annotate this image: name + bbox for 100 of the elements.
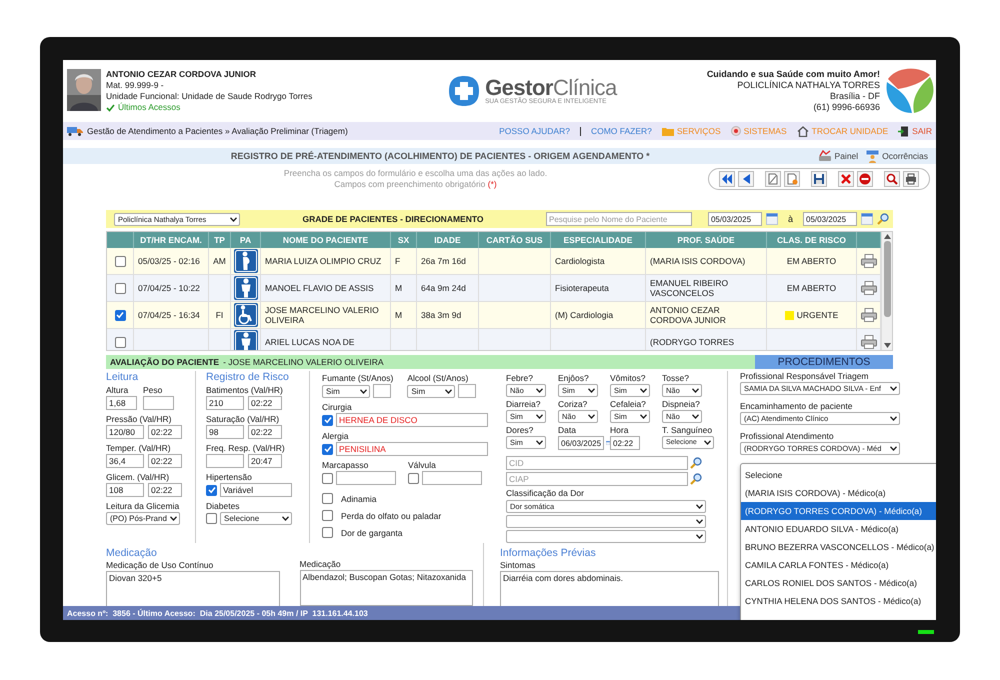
section-heading: Leitura <box>106 371 140 383</box>
field-label: Leitura da Glicemia <box>106 501 180 511</box>
input-field[interactable]: 02:22 <box>248 425 282 439</box>
scroll-up-icon[interactable] <box>884 234 890 239</box>
checkbox[interactable] <box>206 513 217 524</box>
input-field[interactable]: 98 <box>206 425 244 439</box>
field-label: Sintomas <box>500 560 536 570</box>
chevron-icon <box>696 534 703 539</box>
attach-document-icon[interactable] <box>784 171 800 187</box>
door-icon <box>898 126 910 136</box>
procedures-tab[interactable]: PROCEDIMENTOS <box>755 355 893 369</box>
table-row[interactable]: 07/04/25 - 10:22 MANOEL FLAVIO DE ASSIS M 64a 9m 24d Fisioterapeuta EMANUEL RIBEIRO VASCONCELOS EM ABERTO <box>107 275 881 302</box>
field-label: Cirurgia <box>322 402 353 412</box>
checkbox[interactable] <box>408 472 419 484</box>
chevron-icon <box>588 388 595 393</box>
table-cell: M <box>391 275 417 301</box>
checkbox[interactable] <box>114 336 126 348</box>
text-area[interactable]: Diovan 320+5 <box>106 571 280 607</box>
calendar-icon[interactable] <box>766 213 778 225</box>
print-icon[interactable] <box>903 171 919 187</box>
new-document-icon[interactable] <box>765 171 781 187</box>
checkbox[interactable] <box>322 472 333 484</box>
title-link[interactable]: Painel <box>818 150 858 162</box>
folder-icon <box>662 126 674 136</box>
table-cell: FI <box>209 302 231 328</box>
table-row[interactable]: 07/04/25 - 16:34 FI JOSE MARCELINO VALERIO OLIVEIRA M 38a 3m 9d (M) Cardiologia ANTONIO CEZAR CORDOVA JUNIOR URGENTE <box>107 302 881 329</box>
recent-access-link[interactable]: Últimos Acessos <box>106 102 312 113</box>
dropdown[interactable] <box>506 515 706 528</box>
dropdown[interactable]: Sim <box>322 384 370 398</box>
date-field[interactable]: 05/03/2025 <box>708 212 762 226</box>
input-field[interactable]: 108 <box>106 483 144 497</box>
printer-icon[interactable] <box>860 281 876 295</box>
input-field[interactable]: CIAP <box>506 472 688 486</box>
title-link[interactable]: Ocorrências <box>866 150 928 162</box>
input-field[interactable] <box>373 384 391 398</box>
input-field[interactable]: 20:47 <box>248 454 282 468</box>
dropdown-option[interactable]: BRUNO BEZERRA VASCONCELLOS - Médico(a) <box>741 538 936 556</box>
checkbox[interactable] <box>206 484 217 496</box>
dropdown[interactable] <box>506 530 706 543</box>
date-field[interactable]: 06/03/2025 <box>558 436 604 450</box>
table-row[interactable]: 05/03/25 - 02:16 AM MARIA LUIZA OLIMPIO CRUZ F 26a 7m 16d Cardiologista (MARIA ISIS CORDOVA) EM ABERTO <box>107 248 881 275</box>
close-icon[interactable] <box>838 171 854 187</box>
input-field[interactable]: HERNEA DE DISCO <box>336 413 488 427</box>
printer-icon[interactable] <box>860 254 876 268</box>
input-field[interactable]: 1,68 <box>106 396 137 410</box>
checkbox[interactable] <box>322 493 333 504</box>
field-label: Hipertensão <box>206 472 253 482</box>
input-field[interactable]: 120/80 <box>106 425 144 439</box>
checkbox[interactable] <box>322 510 333 521</box>
search-icon[interactable] <box>877 213 889 225</box>
first-icon[interactable] <box>719 171 735 187</box>
input-field[interactable]: 210 <box>206 396 244 410</box>
date-field[interactable]: 05/03/2025 <box>803 212 857 226</box>
search-field[interactable]: Pesquise pelo Nome do Paciente <box>546 212 692 226</box>
remove-icon[interactable] <box>857 171 873 187</box>
input-field[interactable]: 02:22 <box>148 425 182 439</box>
input-field[interactable]: PENISILINA <box>336 442 488 456</box>
dropdown[interactable]: Sim <box>407 384 456 398</box>
input-field[interactable]: Variável <box>220 483 292 497</box>
field-label: Freq. Resp. (Val/HR) <box>206 443 286 453</box>
checkbox[interactable] <box>322 444 333 454</box>
table-cell: M <box>391 302 417 328</box>
input-field[interactable]: CID <box>506 456 688 470</box>
dropdown[interactable]: (PO) Pós-Prand <box>106 512 180 525</box>
checkbox[interactable] <box>114 282 126 294</box>
checkbox[interactable] <box>114 256 126 266</box>
field-label: Tosse? <box>662 373 690 383</box>
printer-icon[interactable] <box>860 335 876 349</box>
text-area[interactable]: Albendazol; Buscopan Gotas; Nitazoxanida <box>300 570 473 606</box>
chevron-icon <box>692 414 699 419</box>
table-row[interactable]: ARIEL LUCAS NOA DE (RODRYGO TORRES <box>107 329 881 350</box>
scrollbar[interactable] <box>881 232 892 350</box>
checkbox-label: Dor de garganta <box>341 528 402 538</box>
checkbox[interactable] <box>322 527 333 538</box>
input-field[interactable] <box>206 454 244 468</box>
save-icon[interactable] <box>811 171 827 187</box>
text-area[interactable]: Diarréia com dores abdominais. <box>500 571 719 607</box>
input-field[interactable] <box>422 471 482 485</box>
dropdown[interactable]: Selecione <box>220 512 292 525</box>
input-field[interactable]: 36,4 <box>106 454 144 468</box>
printer-icon[interactable] <box>860 308 876 322</box>
calendar-icon[interactable] <box>861 213 873 225</box>
search-icon[interactable] <box>690 473 702 485</box>
search-icon[interactable] <box>884 171 900 187</box>
checkbox[interactable] <box>114 310 126 320</box>
dropdown-option[interactable]: (RODRYGO TORRES CORDOVA) - Médico(a) <box>741 502 936 520</box>
input-field[interactable]: 02:22 <box>248 396 282 410</box>
input-field[interactable]: 02:22 <box>148 454 182 468</box>
input-field[interactable] <box>458 384 476 398</box>
search-icon[interactable] <box>690 457 702 469</box>
input-field[interactable] <box>143 396 174 410</box>
checkbox[interactable] <box>322 414 333 426</box>
scroll-down-icon[interactable] <box>884 343 890 348</box>
input-field[interactable]: 02:22 <box>148 483 182 497</box>
previous-icon[interactable] <box>738 171 754 187</box>
field-label: Batimentos (Val/HR) <box>206 385 284 395</box>
field-label: Encaminhamento de paciente <box>740 401 854 411</box>
logo-icon <box>447 74 482 108</box>
time-field[interactable]: 02:22 <box>610 436 640 450</box>
input-field[interactable] <box>336 471 396 485</box>
